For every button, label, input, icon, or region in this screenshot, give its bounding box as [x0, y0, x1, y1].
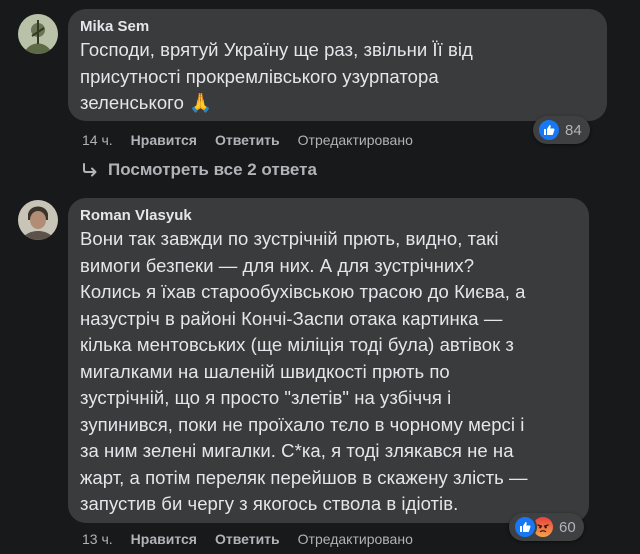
- like-button[interactable]: Нравится: [131, 132, 197, 148]
- view-replies-label: Посмотреть все 2 ответа: [108, 160, 317, 179]
- comment-text: Вони так завжди по зустрічній прють, вид…: [80, 228, 528, 514]
- comment-text: Господи, врятуй Україну ще раз, звільни …: [80, 39, 473, 113]
- comment-bubble: Roman Vlasyuk Вони так завжди по зустріч…: [68, 198, 589, 523]
- comment-actions: 14 ч. Нравится Ответить Отредактировано: [82, 131, 431, 149]
- like-icon: [537, 118, 561, 142]
- reply-arrow-icon: [83, 163, 97, 177]
- avatar-image: [18, 14, 58, 54]
- avatar-image: [18, 200, 58, 240]
- reactions-summary[interactable]: 84: [533, 116, 590, 144]
- edited-label[interactable]: Отредактировано: [298, 531, 413, 547]
- comment-author[interactable]: Roman Vlasyuk: [80, 206, 577, 226]
- comment-time[interactable]: 14 ч.: [82, 132, 113, 148]
- reply-button[interactable]: Ответить: [215, 132, 280, 148]
- reaction-count: 84: [565, 121, 582, 139]
- reactions-summary[interactable]: 60: [509, 513, 584, 541]
- comment-author[interactable]: Mika Sem: [80, 17, 595, 37]
- comment-time[interactable]: 13 ч.: [82, 531, 113, 547]
- view-replies-link[interactable]: Посмотреть все 2 ответа: [82, 160, 317, 180]
- avatar[interactable]: [18, 200, 58, 240]
- reaction-count: 60: [559, 518, 576, 536]
- comment-actions: 13 ч. Нравится Ответить Отредактировано: [82, 530, 431, 548]
- edited-label[interactable]: Отредактировано: [298, 132, 413, 148]
- like-icon: [513, 515, 537, 539]
- avatar[interactable]: [18, 14, 58, 54]
- like-button[interactable]: Нравится: [131, 531, 197, 547]
- reply-button[interactable]: Ответить: [215, 531, 280, 547]
- comment-bubble: Mika Sem Господи, врятуй Україну ще раз,…: [68, 9, 607, 121]
